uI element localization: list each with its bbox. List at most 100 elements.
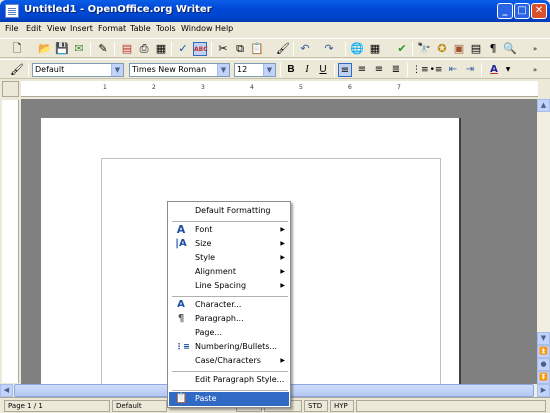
menu-page[interactable]: Page... <box>169 326 289 340</box>
menu-edit[interactable]: Edit <box>26 24 42 33</box>
formatting-toolbar: 🖌 Default ▼ Times New Roman ▼ 12 ▼ B I U… <box>0 59 550 79</box>
toolbar-options-icon[interactable]: » <box>528 63 542 77</box>
menu-numbering-bullets[interactable]: ⋮≡ Numbering/Bullets... <box>169 340 289 354</box>
submenu-arrow-icon: ▶ <box>280 226 285 233</box>
increase-indent-icon[interactable]: ⇥ <box>463 63 477 77</box>
justify-button[interactable]: ≣ <box>389 63 403 77</box>
ruler-mark: 2 <box>152 84 156 91</box>
vertical-scrollbar[interactable]: ▲ ▼ ⏫ ● ⏬ <box>537 99 550 384</box>
page-indicator[interactable]: Page 1 / 1 <box>4 400 110 412</box>
menu-case-characters[interactable]: Case/Characters ▶ <box>169 354 289 368</box>
horizontal-ruler[interactable]: 1 2 3 4 5 6 7 <box>21 81 538 97</box>
hyperlink-mode-indicator[interactable]: HYP <box>330 400 354 412</box>
menu-file[interactable]: File <box>5 24 18 33</box>
email-icon[interactable]: ✉ <box>72 42 86 56</box>
edit-file-icon[interactable]: ✎ <box>96 42 110 56</box>
underline-button[interactable]: U <box>316 63 330 77</box>
menu-style[interactable]: Style ▶ <box>169 251 289 265</box>
bullets-icon[interactable]: •≡ <box>429 63 443 77</box>
align-center-button[interactable]: ≡ <box>355 63 369 77</box>
export-pdf-icon[interactable]: ▤ <box>120 42 134 56</box>
bold-button[interactable]: B <box>284 63 298 77</box>
new-icon[interactable]: 🗋 <box>10 42 24 56</box>
align-left-button[interactable]: ≡ <box>338 63 352 77</box>
menu-default-formatting[interactable]: Default Formatting <box>169 204 289 218</box>
character-icon: A <box>177 299 185 310</box>
redo-icon[interactable]: ↷ <box>322 42 336 56</box>
font-size-value: 12 <box>237 65 248 74</box>
menu-line-spacing[interactable]: Line Spacing ▶ <box>169 279 289 293</box>
minimize-button[interactable]: _ <box>497 3 513 19</box>
chevron-down-icon[interactable]: ▼ <box>501 63 515 77</box>
menu-help[interactable]: Help <box>215 24 233 33</box>
menu-tools[interactable]: Tools <box>156 24 176 33</box>
page-style-indicator[interactable]: Default <box>112 400 167 412</box>
maximize-button[interactable]: □ <box>514 3 530 19</box>
menu-edit-paragraph-style[interactable]: Edit Paragraph Style... <box>169 373 289 387</box>
menu-font[interactable]: A Font ▶ <box>169 223 289 237</box>
decrease-indent-icon[interactable]: ⇤ <box>446 63 460 77</box>
previous-page-icon[interactable]: ⏫ <box>537 345 550 358</box>
hyperlink-icon[interactable]: 🌐 <box>350 42 364 56</box>
vertical-ruler[interactable] <box>2 100 19 383</box>
next-page-icon[interactable]: ⏬ <box>537 371 550 384</box>
open-icon[interactable]: 📂 <box>38 42 52 56</box>
copy-icon[interactable]: ⧉ <box>233 42 247 56</box>
navigator-icon[interactable]: ✪ <box>435 42 449 56</box>
chevron-down-icon[interactable]: ▼ <box>217 64 229 76</box>
menu-item-label: Character... <box>195 300 242 309</box>
menu-view[interactable]: View <box>47 24 66 33</box>
find-replace-icon[interactable]: 🔭 <box>417 42 431 56</box>
font-name-combo[interactable]: Times New Roman ▼ <box>129 63 230 77</box>
scroll-left-icon[interactable]: ◀ <box>0 384 13 397</box>
close-button[interactable]: ✕ <box>531 3 547 19</box>
paste-icon[interactable]: 📋 <box>250 42 264 56</box>
menu-item-label: Line Spacing <box>195 281 247 290</box>
align-right-button[interactable]: ≡ <box>372 63 386 77</box>
show-draw-functions-icon[interactable]: ✔ <box>395 42 409 56</box>
toolbar-options-icon[interactable]: » <box>528 42 542 56</box>
italic-button[interactable]: I <box>300 63 314 77</box>
scroll-right-icon[interactable]: ▶ <box>537 384 550 397</box>
title-bar: Untitled1 - OpenOffice.org Writer _ □ ✕ <box>0 0 550 22</box>
selection-mode-indicator[interactable]: STD <box>304 400 328 412</box>
writer-app-icon[interactable] <box>5 4 19 18</box>
undo-icon[interactable]: ↶ <box>298 42 312 56</box>
scroll-down-icon[interactable]: ▼ <box>537 332 550 345</box>
nonprinting-characters-icon[interactable]: ¶ <box>486 42 500 56</box>
scroll-up-icon[interactable]: ▲ <box>537 99 550 112</box>
menu-alignment[interactable]: Alignment ▶ <box>169 265 289 279</box>
menu-item-label: Page... <box>195 328 222 337</box>
numbering-icon[interactable]: ⋮≡ <box>412 63 429 77</box>
menu-table[interactable]: Table <box>130 24 151 33</box>
menu-insert[interactable]: Insert <box>70 24 93 33</box>
submenu-arrow-icon: ▶ <box>280 282 285 289</box>
font-size-combo[interactable]: 12 ▼ <box>234 63 276 77</box>
zoom-icon[interactable]: 🔍 <box>503 42 517 56</box>
spellcheck-icon[interactable]: ✓ <box>176 42 190 56</box>
clone-formatting-icon[interactable]: 🖌 <box>276 42 290 56</box>
save-icon[interactable]: 💾 <box>55 42 69 56</box>
submenu-arrow-icon: ▶ <box>280 240 285 247</box>
menu-format[interactable]: Format <box>98 24 126 33</box>
styles-formatting-icon[interactable]: 🖌 <box>10 63 24 77</box>
autospellcheck-icon[interactable]: ABC <box>193 42 208 56</box>
chevron-down-icon[interactable]: ▼ <box>111 64 123 76</box>
menu-paragraph[interactable]: ¶ Paragraph... <box>169 312 289 326</box>
cut-icon[interactable]: ✂ <box>216 42 230 56</box>
menu-paste[interactable]: 📋 Paste <box>169 392 289 406</box>
gallery-icon[interactable]: ▣ <box>452 42 466 56</box>
menu-window[interactable]: Window <box>181 24 213 33</box>
navigation-icon[interactable]: ● <box>537 358 550 371</box>
menu-size[interactable]: |A Size ▶ <box>169 237 289 251</box>
font-color-button[interactable]: A <box>487 63 501 77</box>
menu-character[interactable]: A Character... <box>169 298 289 312</box>
data-sources-icon[interactable]: ▤ <box>469 42 483 56</box>
paragraph-style-combo[interactable]: Default ▼ <box>32 63 124 77</box>
menu-item-label: Alignment <box>195 267 236 276</box>
tab-stop-selector[interactable] <box>2 81 19 97</box>
chevron-down-icon[interactable]: ▼ <box>263 64 275 76</box>
table-icon[interactable]: ▦ <box>368 42 382 56</box>
print-preview-icon[interactable]: ▦ <box>154 42 168 56</box>
print-icon[interactable]: ⎙ <box>137 42 151 56</box>
